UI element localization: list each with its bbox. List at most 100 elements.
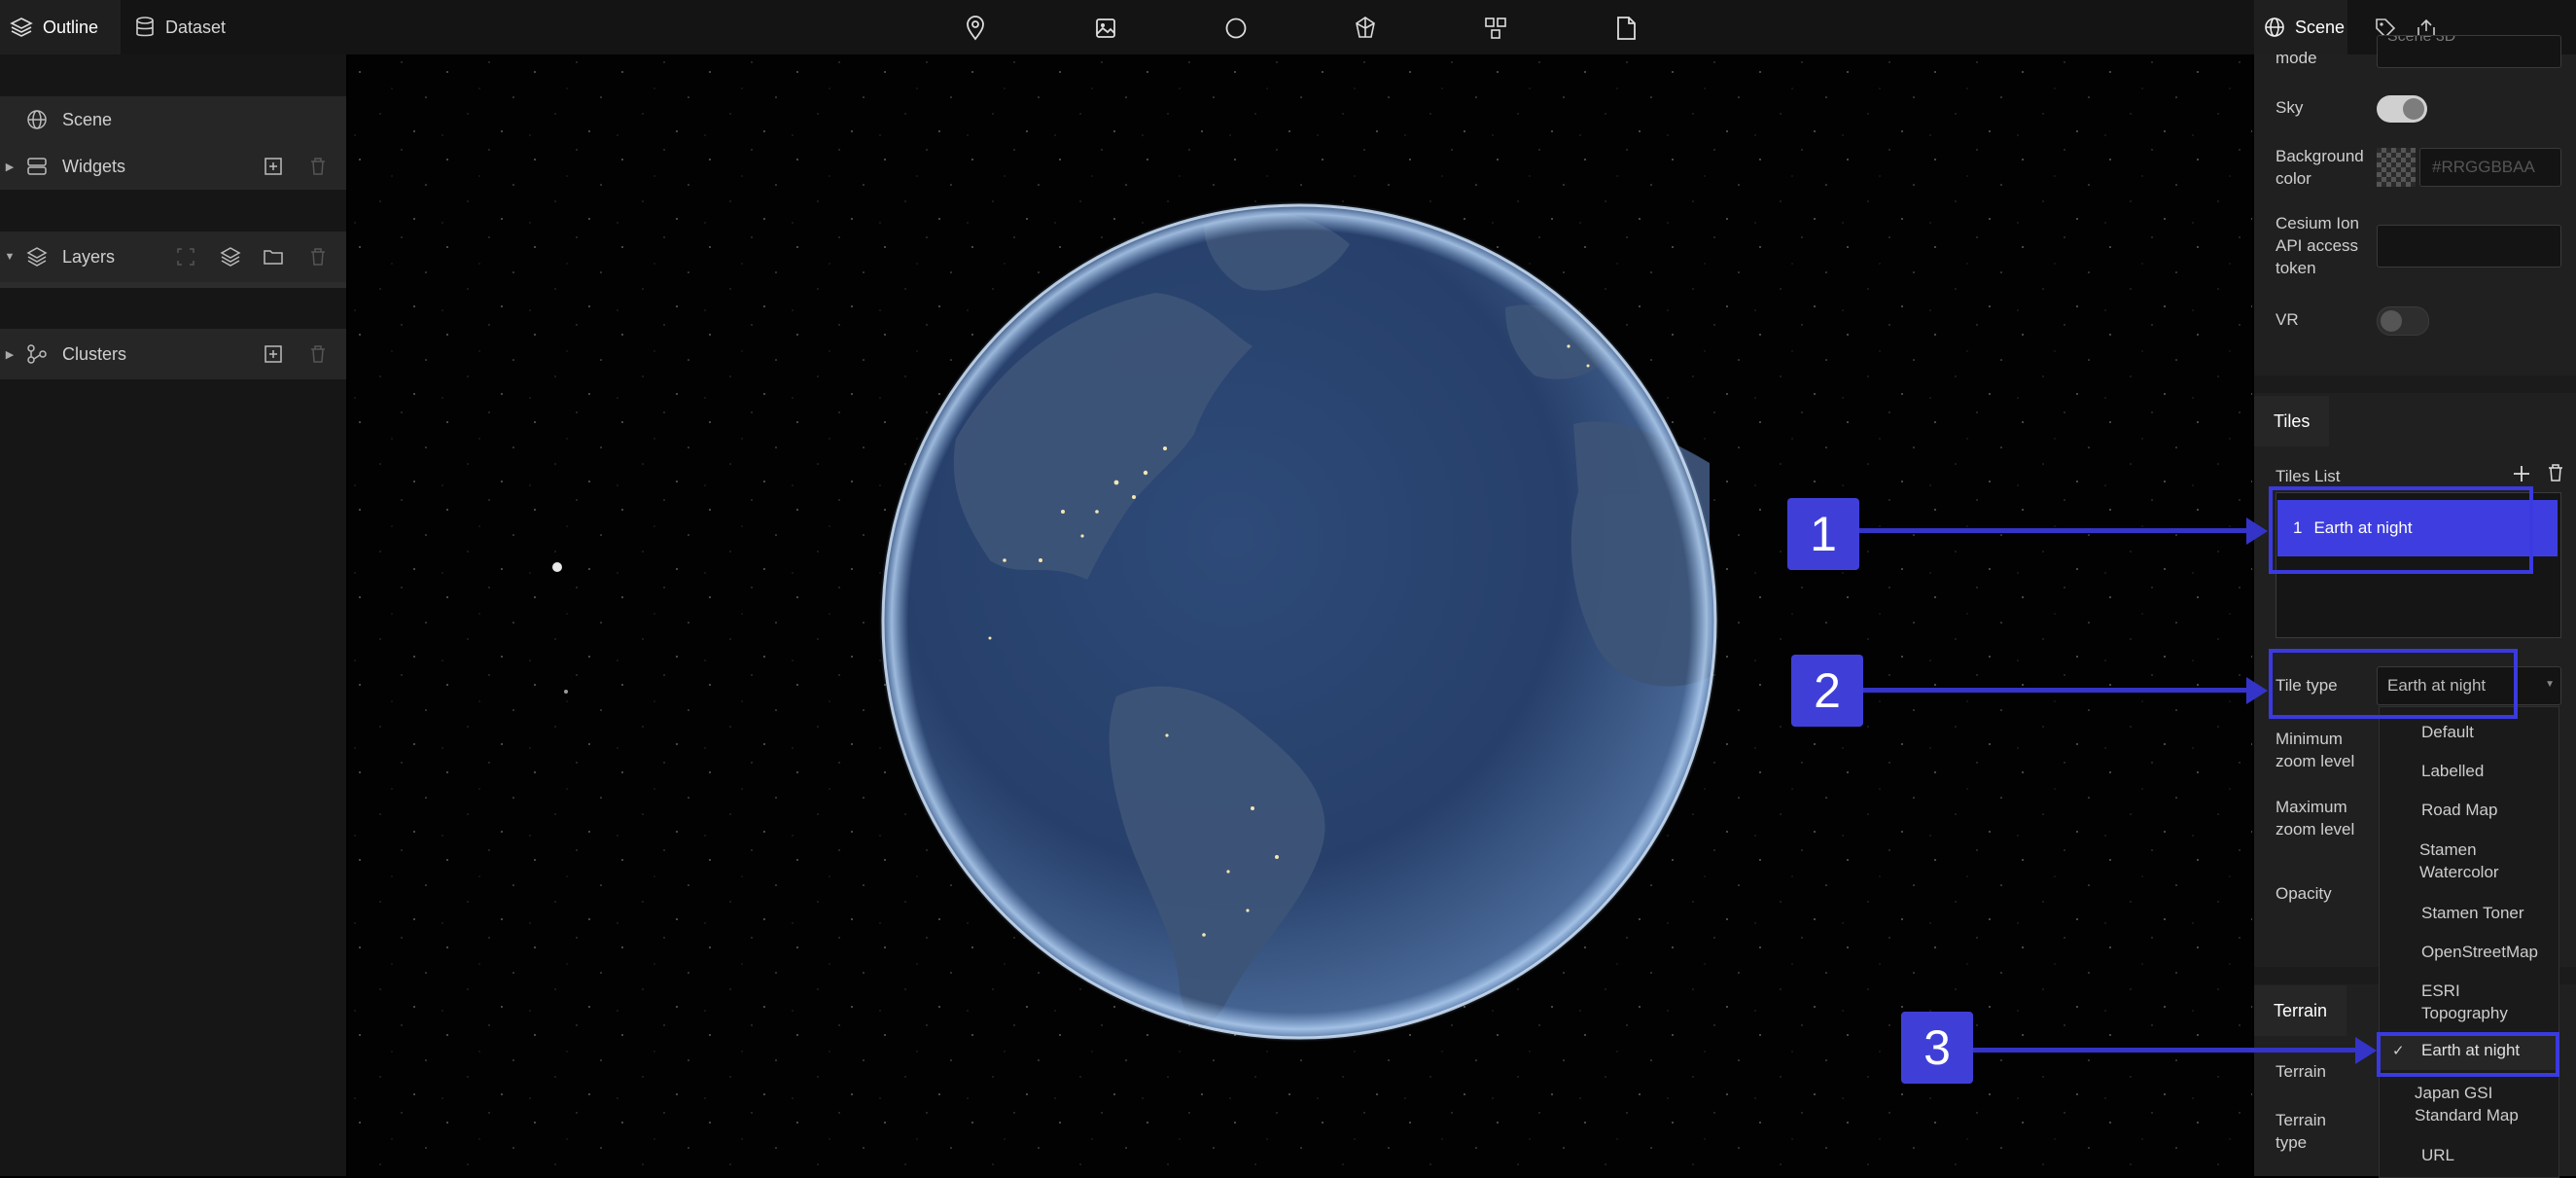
outline-widgets-label: Widgets bbox=[62, 156, 126, 176]
background-color-placeholder: #RRGGBBAA bbox=[2432, 158, 2535, 176]
min-zoom-line1: Minimum bbox=[2276, 730, 2343, 748]
add-folder-button[interactable] bbox=[263, 246, 284, 268]
add-layer-group-button[interactable] bbox=[220, 246, 241, 268]
tile-option-stamen-watercolor[interactable]: Stamen Watercolor bbox=[2419, 839, 2499, 883]
stamen-watercolor-line1: Stamen bbox=[2419, 840, 2477, 859]
trash-icon bbox=[311, 158, 325, 175]
terrain-section-tab[interactable]: Terrain bbox=[2254, 985, 2347, 1036]
background-label: Background color bbox=[2276, 145, 2364, 190]
tiles-section-tab[interactable]: Tiles bbox=[2254, 396, 2330, 446]
3d-model-icon bbox=[1356, 17, 1375, 38]
tile-option-url[interactable]: URL bbox=[2421, 1144, 2454, 1166]
arrow-2 bbox=[1863, 688, 2248, 693]
tab-outline[interactable]: Outline bbox=[0, 0, 121, 54]
tile-option-default[interactable]: Default bbox=[2421, 721, 2474, 743]
expand-caret-icon[interactable]: ▶ bbox=[0, 348, 19, 361]
map-viewport[interactable] bbox=[348, 54, 2252, 1176]
tile-option-japan-gsi[interactable]: Japan GSI Standard Map bbox=[2415, 1082, 2519, 1126]
trash-icon bbox=[311, 248, 325, 266]
layers-icon bbox=[26, 247, 48, 267]
sky-label: Sky bbox=[2276, 98, 2304, 117]
layers-add-icon bbox=[220, 247, 241, 267]
add-sphere-button[interactable] bbox=[1221, 14, 1251, 43]
collapse-caret-icon[interactable]: ▼ bbox=[0, 251, 19, 263]
folder-icon bbox=[264, 250, 283, 265]
terrain-type-line2: type bbox=[2276, 1133, 2308, 1152]
callout-2: 2 bbox=[1791, 655, 1863, 727]
tab-dataset-label: Dataset bbox=[165, 17, 227, 37]
callout-3: 3 bbox=[1901, 1012, 1973, 1084]
outline-item-layers[interactable]: ▼ Layers bbox=[0, 232, 346, 282]
outline-item-scene[interactable]: Scene bbox=[0, 96, 346, 143]
tile-option-stamen-toner[interactable]: Stamen Toner bbox=[2421, 902, 2524, 924]
add-file-button[interactable] bbox=[1611, 14, 1641, 43]
cluster-icon bbox=[1485, 18, 1506, 39]
add-tile-button[interactable] bbox=[2511, 463, 2532, 484]
cesium-label-line2: API access bbox=[2276, 236, 2359, 255]
plus-square-icon bbox=[265, 158, 282, 175]
background-color-input[interactable]: #RRGGBBAA bbox=[2419, 148, 2561, 187]
plus-square-icon bbox=[265, 345, 282, 363]
top-toolbar: Outline Dataset bbox=[0, 0, 2576, 54]
delete-cluster-button[interactable] bbox=[307, 343, 329, 365]
highlight-tile-type bbox=[2269, 649, 2518, 719]
image-icon bbox=[1096, 18, 1115, 38]
arrow-1 bbox=[1859, 528, 2248, 533]
outline-layers-icon bbox=[10, 18, 33, 37]
tile-option-openstreetmap[interactable]: OpenStreetMap bbox=[2421, 941, 2538, 963]
tab-scene-label: Scene bbox=[2295, 17, 2346, 37]
opacity-label: Opacity bbox=[2276, 884, 2332, 903]
mode-select[interactable]: Scene 3D bbox=[2377, 35, 2561, 68]
widgets-icon bbox=[27, 158, 47, 175]
max-zoom-label: Maximum zoom level bbox=[2276, 796, 2354, 840]
sky-toggle[interactable] bbox=[2377, 95, 2427, 123]
expand-caret-icon[interactable]: ▶ bbox=[0, 161, 19, 173]
database-icon bbox=[136, 17, 154, 37]
tile-option-road-map[interactable]: Road Map bbox=[2421, 799, 2497, 821]
delete-tile-button[interactable] bbox=[2547, 463, 2568, 484]
outline-panel: Scene ▶ Widgets ▼ Layers ▶ Clusters bbox=[0, 54, 346, 1176]
cesium-label: Cesium Ion API access token bbox=[2276, 212, 2359, 279]
arrowhead-2 bbox=[2246, 677, 2268, 704]
min-zoom-line2: zoom level bbox=[2276, 752, 2355, 770]
layer-action-button[interactable] bbox=[175, 246, 196, 268]
terrain-label: Terrain bbox=[2276, 1062, 2326, 1081]
circle-icon bbox=[1225, 18, 1247, 39]
max-zoom-line1: Maximum bbox=[2276, 798, 2347, 816]
outline-clusters-label: Clusters bbox=[62, 343, 127, 364]
highlight-earth-at-night-option bbox=[2377, 1032, 2559, 1077]
terrain-type-line1: Terrain bbox=[2276, 1111, 2326, 1129]
cluster-nodes-icon bbox=[27, 344, 47, 364]
add-marker-button[interactable] bbox=[961, 14, 990, 43]
color-swatch[interactable] bbox=[2377, 148, 2416, 187]
add-cluster-button[interactable] bbox=[1481, 14, 1510, 43]
add-widget-button[interactable] bbox=[263, 156, 284, 177]
add-3d-model-button[interactable] bbox=[1351, 14, 1380, 43]
terrain-section-title: Terrain bbox=[2274, 1000, 2328, 1020]
arrowhead-3 bbox=[2355, 1037, 2377, 1064]
layers-divider bbox=[0, 282, 346, 288]
globe-scene bbox=[348, 54, 2252, 1176]
terrain-type-label: Terrain type bbox=[2276, 1109, 2326, 1154]
vr-toggle[interactable] bbox=[2377, 306, 2429, 336]
background-label-line2: color bbox=[2276, 169, 2311, 188]
delete-layer-button[interactable] bbox=[307, 246, 329, 268]
japan-gsi-line2: Standard Map bbox=[2415, 1106, 2519, 1124]
add-image-button[interactable] bbox=[1091, 14, 1120, 43]
add-cluster-item-button[interactable] bbox=[263, 343, 284, 365]
trash-icon bbox=[2549, 464, 2562, 482]
focus-icon bbox=[177, 248, 194, 266]
outline-item-clusters[interactable]: ▶ Clusters bbox=[0, 329, 346, 379]
outline-item-widgets[interactable]: ▶ Widgets bbox=[0, 143, 346, 190]
globe-icon bbox=[27, 110, 47, 129]
tile-option-esri-topography[interactable]: ESRI Topography bbox=[2421, 980, 2508, 1024]
esri-topography-line2: Topography bbox=[2421, 1004, 2508, 1022]
tile-option-labelled[interactable]: Labelled bbox=[2421, 760, 2484, 782]
mode-label: mode bbox=[2276, 49, 2317, 67]
tiles-section-title: Tiles bbox=[2274, 411, 2311, 431]
cesium-token-input[interactable] bbox=[2377, 225, 2561, 268]
cesium-label-line3: token bbox=[2276, 259, 2316, 277]
cesium-label-line1: Cesium Ion bbox=[2276, 214, 2359, 232]
tab-dataset[interactable]: Dataset bbox=[134, 0, 226, 54]
delete-widget-button[interactable] bbox=[307, 156, 329, 177]
